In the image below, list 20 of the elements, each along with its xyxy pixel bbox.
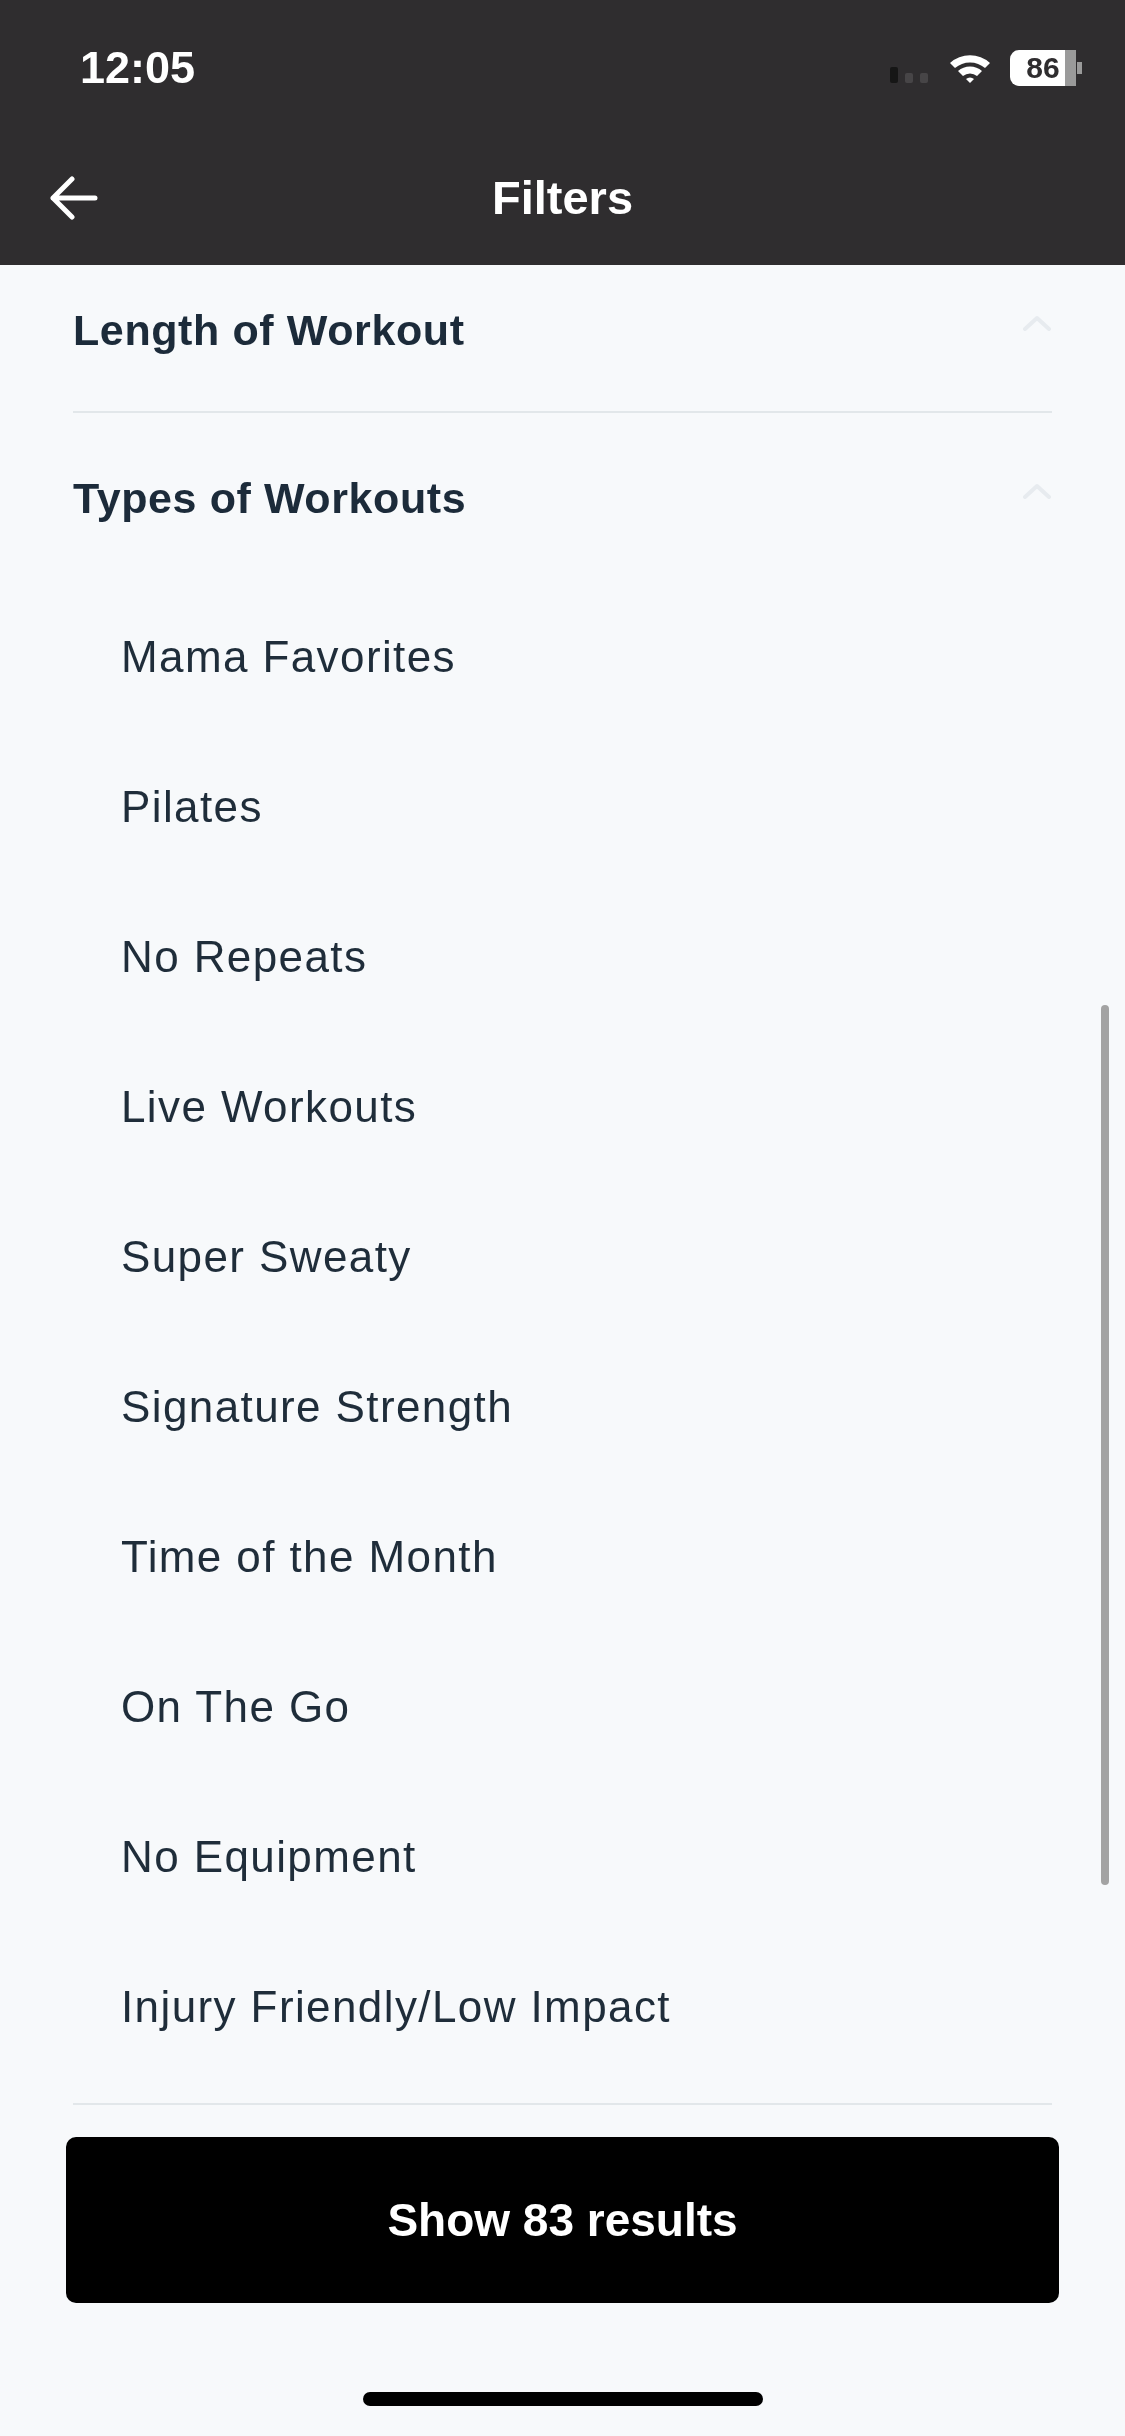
back-button[interactable] [48, 175, 98, 220]
filter-option[interactable]: Pilates [121, 781, 263, 833]
section-header[interactable]: Length of Workout [73, 265, 1052, 411]
section-header[interactable]: Types of Workouts [73, 413, 1052, 582]
battery-indicator: 86 [1010, 50, 1082, 86]
filter-option[interactable]: Signature Strength [121, 1381, 514, 1433]
show-results-button[interactable]: Show 83 results [66, 2137, 1059, 2303]
filter-option[interactable]: Super Sweaty [121, 1231, 412, 1283]
filter-option[interactable]: No Repeats [121, 931, 368, 983]
filter-option[interactable]: Time of the Month [121, 1531, 498, 1583]
back-arrow-icon [48, 175, 98, 220]
wifi-icon [948, 52, 992, 84]
status-time: 12:05 [80, 42, 196, 94]
filter-option[interactable]: Mama Favorites [121, 631, 456, 683]
screen-title: Filters [491, 169, 633, 226]
filter-option[interactable]: Injury Friendly/Low Impact [121, 1981, 671, 2033]
filter-option[interactable]: On The Go [121, 1681, 351, 1733]
signal-icon [890, 67, 930, 83]
filter-option[interactable]: No Equipment [121, 1831, 417, 1883]
filter-option[interactable]: Live Workouts [121, 1081, 418, 1133]
